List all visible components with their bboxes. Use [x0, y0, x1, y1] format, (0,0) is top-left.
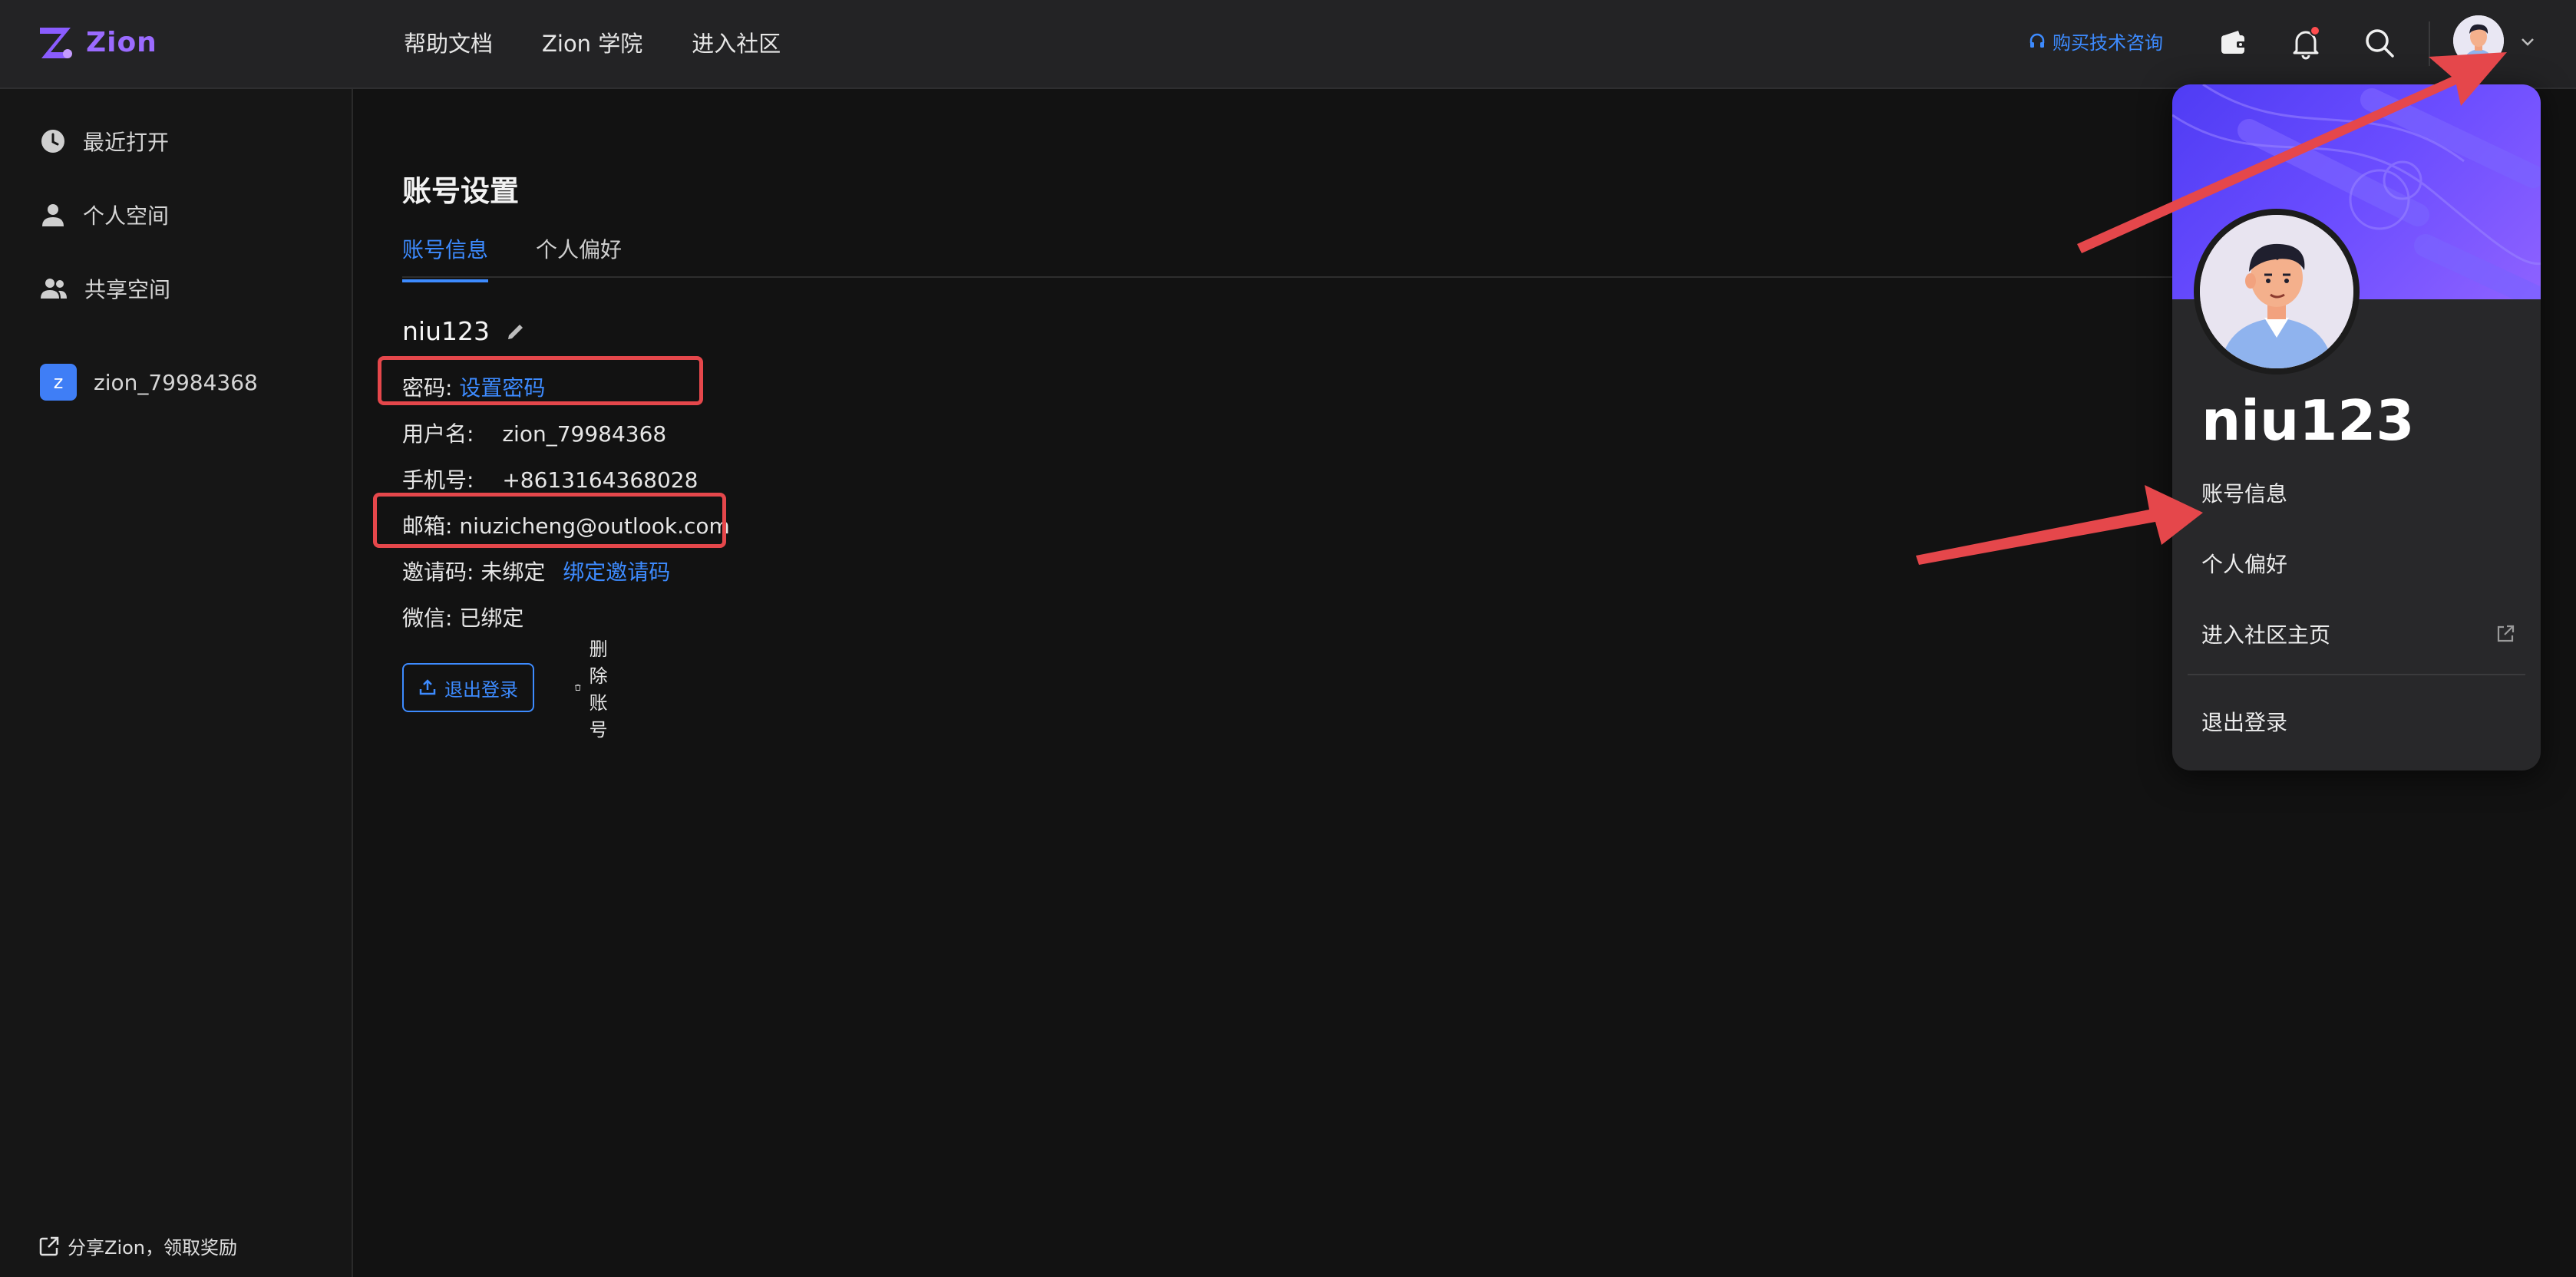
sidebar: 最近打开 个人空间 共享空间 z zion_79984368 [0, 89, 353, 1277]
display-name-row: niu123 [402, 316, 527, 346]
sidebar-item-personal[interactable]: 个人空间 [40, 200, 169, 230]
account-tabs: 账号信息 个人偏好 [402, 233, 622, 282]
wechat-row: 微信: 已绑定 [402, 602, 523, 632]
tabs-divider [402, 276, 2269, 278]
consult-label: 购买技术咨询 [2053, 32, 2163, 54]
zion-logo-icon [40, 28, 72, 58]
username-value: zion_79984368 [502, 421, 667, 447]
menu-divider [2188, 674, 2525, 675]
menu-account-info[interactable]: 账号信息 [2201, 477, 2287, 508]
delete-label: 删除账号 [589, 638, 608, 741]
email-highlight-box [373, 493, 726, 548]
menu-logout[interactable]: 退出登录 [2201, 706, 2287, 737]
toolbar-divider [2429, 21, 2430, 66]
profile-avatar [2194, 209, 2360, 375]
sidebar-workspace[interactable]: z zion_79984368 [40, 364, 258, 401]
top-bar: Zion 帮助文档 Zion 学院 进入社区 购买技术咨询 [0, 0, 2576, 89]
invite-row: 邀请码: 未绑定 绑定邀请码 [402, 556, 670, 586]
upload-icon [419, 679, 436, 695]
chevron-down-icon[interactable] [2516, 31, 2539, 54]
invite-value: 未绑定 [481, 559, 546, 585]
wechat-label: 微信: [402, 606, 453, 631]
phone-row: 手机号: +8613164368028 [402, 464, 698, 494]
bind-invite-link[interactable]: 绑定邀请码 [563, 559, 670, 585]
share-reward-link[interactable]: 分享Zion，领取奖励 [38, 1232, 237, 1259]
wechat-value: 已绑定 [459, 606, 524, 631]
sidebar-item-label: 个人空间 [83, 203, 170, 229]
search-button[interactable] [2360, 23, 2399, 63]
password-highlight-box [378, 356, 703, 405]
person-icon [42, 204, 64, 226]
invite-label: 邀请码: [402, 559, 474, 585]
wallet-icon [2221, 31, 2246, 54]
share-icon [39, 1236, 59, 1256]
menu-community-home[interactable]: 进入社区主页 [2201, 619, 2330, 649]
tab-account-info[interactable]: 账号信息 [402, 233, 489, 282]
username-label: 用户名: [402, 421, 474, 447]
workspace-label: zion_79984368 [94, 369, 258, 395]
external-link-icon [2497, 625, 2515, 642]
search-icon [2366, 29, 2394, 58]
display-name: niu123 [402, 316, 490, 346]
delete-account-button[interactable]: 删除账号 [574, 638, 619, 741]
phone-label: 手机号: [402, 467, 474, 493]
menu-preferences[interactable]: 个人偏好 [2201, 548, 2287, 579]
logout-label: 退出登录 [444, 678, 518, 701]
sidebar-item-shared[interactable]: 共享空间 [40, 273, 170, 304]
arrow-to-account-info [1916, 485, 2203, 565]
sidebar-item-label: 共享空间 [84, 277, 171, 302]
profile-name: niu123 [2201, 388, 2415, 453]
sidebar-item-label: 最近打开 [83, 130, 170, 155]
tab-preferences[interactable]: 个人偏好 [536, 233, 622, 282]
headset-icon [2029, 33, 2045, 48]
notification-button[interactable] [2286, 23, 2326, 63]
avatar-illustration-icon [2200, 215, 2353, 368]
logo[interactable]: Zion [37, 21, 157, 63]
profile-dropdown: niu123 账号信息 个人偏好 进入社区主页 退出登录 [2172, 84, 2541, 770]
username-row: 用户名: zion_79984368 [402, 417, 666, 448]
phone-value: +8613164368028 [502, 467, 698, 493]
logout-button[interactable]: 退出登录 [402, 663, 534, 712]
user-avatar-button[interactable] [2453, 15, 2504, 66]
nav-help-docs[interactable]: 帮助文档 [404, 26, 493, 58]
consult-link[interactable]: 购买技术咨询 [2028, 28, 2163, 54]
sidebar-item-recent[interactable]: 最近打开 [40, 126, 169, 157]
nav-community[interactable]: 进入社区 [692, 26, 781, 58]
edit-icon[interactable] [505, 321, 527, 342]
workspace-badge: z [40, 364, 77, 401]
avatar-icon [2453, 15, 2504, 66]
page-title: 账号设置 [402, 174, 520, 208]
nav-zion-academy[interactable]: Zion 学院 [542, 26, 642, 58]
wallet-button[interactable] [2214, 23, 2254, 63]
brand-name: Zion [86, 26, 157, 58]
people-icon [41, 279, 67, 299]
top-nav: 帮助文档 Zion 学院 进入社区 [404, 26, 781, 58]
trash-icon [575, 684, 581, 691]
bell-icon [2293, 26, 2320, 60]
share-label: 分享Zion，领取奖励 [68, 1237, 238, 1259]
clock-icon [41, 130, 64, 153]
